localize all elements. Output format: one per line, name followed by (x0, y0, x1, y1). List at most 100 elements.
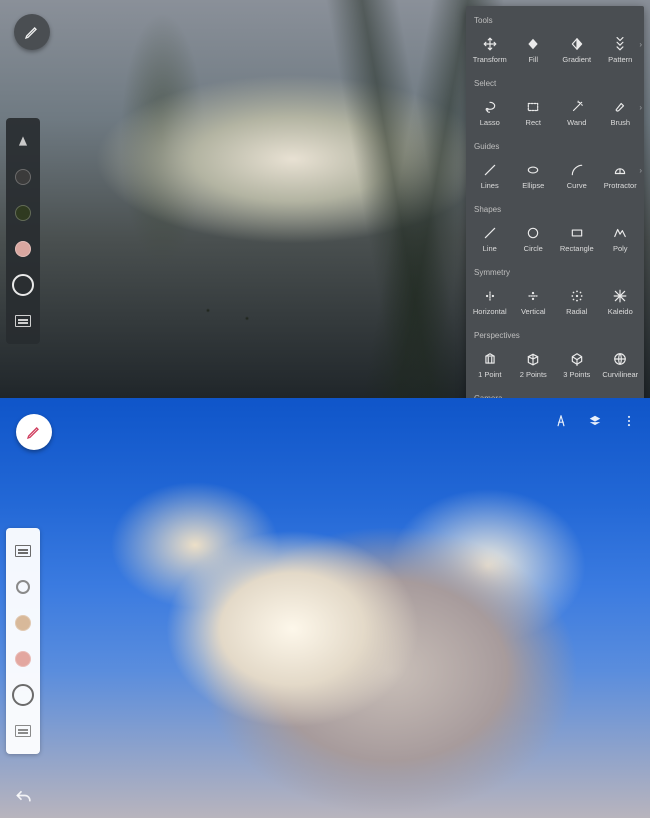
tool-label: Curvilinear (602, 371, 638, 379)
lasso-icon (482, 99, 498, 115)
tool-label: 2 Points (520, 371, 547, 379)
tool-label: Poly (613, 245, 628, 253)
size-ring-icon[interactable] (12, 274, 34, 296)
tool-label: Pattern (608, 56, 632, 64)
rect-dashed-icon (525, 99, 541, 115)
layers-icon[interactable] (12, 310, 34, 332)
persp3-icon (569, 351, 585, 367)
half-diamond-icon (569, 36, 585, 52)
more-menu-icon[interactable] (622, 414, 636, 428)
poly-icon (612, 225, 628, 241)
top-right-actions (554, 414, 636, 428)
line-icon (482, 225, 498, 241)
tool-label: Ellipse (522, 182, 544, 190)
section-label: Select (466, 75, 644, 90)
rectangle-icon (569, 225, 585, 241)
sym-h-icon (482, 288, 498, 304)
tool-label: Vertical (521, 308, 546, 316)
tool-label: Protractor (604, 182, 637, 190)
line-shape[interactable]: Line (468, 218, 512, 260)
lasso-tool[interactable]: Lasso (468, 92, 512, 134)
section-label: Guides (466, 138, 644, 153)
left-toolbar-top (6, 118, 40, 344)
diamond-icon (525, 36, 541, 52)
wand-icon (569, 99, 585, 115)
size-ring-icon[interactable] (12, 684, 34, 706)
brush-fab[interactable] (16, 414, 52, 450)
color-swatch-olive[interactable] (12, 202, 34, 224)
circle-icon (525, 225, 541, 241)
transform-tool[interactable]: Transform (468, 29, 512, 71)
tool-label: Wand (567, 119, 586, 127)
wand-tool[interactable]: Wand (555, 92, 599, 134)
tool-label: Brush (610, 119, 630, 127)
ellipse-guide[interactable]: Ellipse (512, 155, 556, 197)
pattern-icon (612, 36, 628, 52)
section-label: Tools (466, 12, 644, 27)
kaleido-icon (612, 288, 628, 304)
canvas-artwork-clouds[interactable] (0, 398, 650, 818)
brush-tool[interactable]: Brush (599, 92, 643, 134)
gradient-tool[interactable]: Gradient (555, 29, 599, 71)
curve-icon (569, 162, 585, 178)
tool-label: 3 Points (563, 371, 590, 379)
app-panel-bottom (0, 398, 650, 818)
tool-label: Rectangle (560, 245, 594, 253)
brush-preset-icon[interactable] (12, 130, 34, 152)
section-label: Symmetry (466, 264, 644, 279)
fill-tool[interactable]: Fill (512, 29, 556, 71)
persp2-icon (525, 351, 541, 367)
tool-label: Horizontal (473, 308, 507, 316)
persp-curv[interactable]: Curvilinear (599, 344, 643, 386)
panel-icon[interactable] (12, 720, 34, 742)
undo-button[interactable] (14, 788, 34, 808)
left-toolbar-bottom (6, 528, 40, 754)
tools-popover: ToolsTransformFillGradientPattern›Select… (466, 6, 644, 398)
layers-icon[interactable] (12, 540, 34, 562)
sym-kaleido[interactable]: Kaleido (599, 281, 643, 323)
curve-guide[interactable]: Curve (555, 155, 599, 197)
tool-label: Fill (528, 56, 538, 64)
guides-toggle-icon[interactable] (554, 414, 568, 428)
move-icon (482, 36, 498, 52)
ellipse-icon (525, 162, 541, 178)
persp-2pt[interactable]: 2 Points (512, 344, 556, 386)
brush-fab[interactable] (14, 14, 50, 50)
size-ring-sm-icon[interactable] (12, 576, 34, 598)
rect-tool[interactable]: Rect (512, 92, 556, 134)
color-swatch-tan[interactable] (12, 612, 34, 634)
color-swatch-rose[interactable] (12, 648, 34, 670)
persp-3pt[interactable]: 3 Points (555, 344, 599, 386)
tool-label: Lasso (480, 119, 500, 127)
lines-guide[interactable]: Lines (468, 155, 512, 197)
tool-label: Radial (566, 308, 587, 316)
radial-icon (569, 288, 585, 304)
persp1-icon (482, 351, 498, 367)
brush-icon (612, 99, 628, 115)
color-swatch-pink[interactable] (12, 238, 34, 260)
globe-icon (612, 351, 628, 367)
tool-label: Transform (473, 56, 507, 64)
sym-radial[interactable]: Radial (555, 281, 599, 323)
tool-label: Lines (481, 182, 499, 190)
sym-vertical[interactable]: Vertical (512, 281, 556, 323)
section-label: Camera (466, 390, 644, 398)
layers-panel-icon[interactable] (588, 414, 602, 428)
tool-label: Circle (524, 245, 543, 253)
sym-horizontal[interactable]: Horizontal (468, 281, 512, 323)
tool-label: 1 Point (478, 371, 501, 379)
pattern-tool[interactable]: Pattern (599, 29, 643, 71)
tool-label: Gradient (562, 56, 591, 64)
persp-1pt[interactable]: 1 Point (468, 344, 512, 386)
pencil-icon (26, 424, 42, 440)
poly-shape[interactable]: Poly (599, 218, 643, 260)
undo-icon (14, 788, 34, 808)
rectangle-shape[interactable]: Rectangle (555, 218, 599, 260)
protractor-guide[interactable]: Protractor (599, 155, 643, 197)
sym-v-icon (525, 288, 541, 304)
tool-label: Line (483, 245, 497, 253)
tool-label: Rect (526, 119, 541, 127)
tool-label: Kaleido (608, 308, 633, 316)
circle-shape[interactable]: Circle (512, 218, 556, 260)
color-swatch-dark[interactable] (12, 166, 34, 188)
